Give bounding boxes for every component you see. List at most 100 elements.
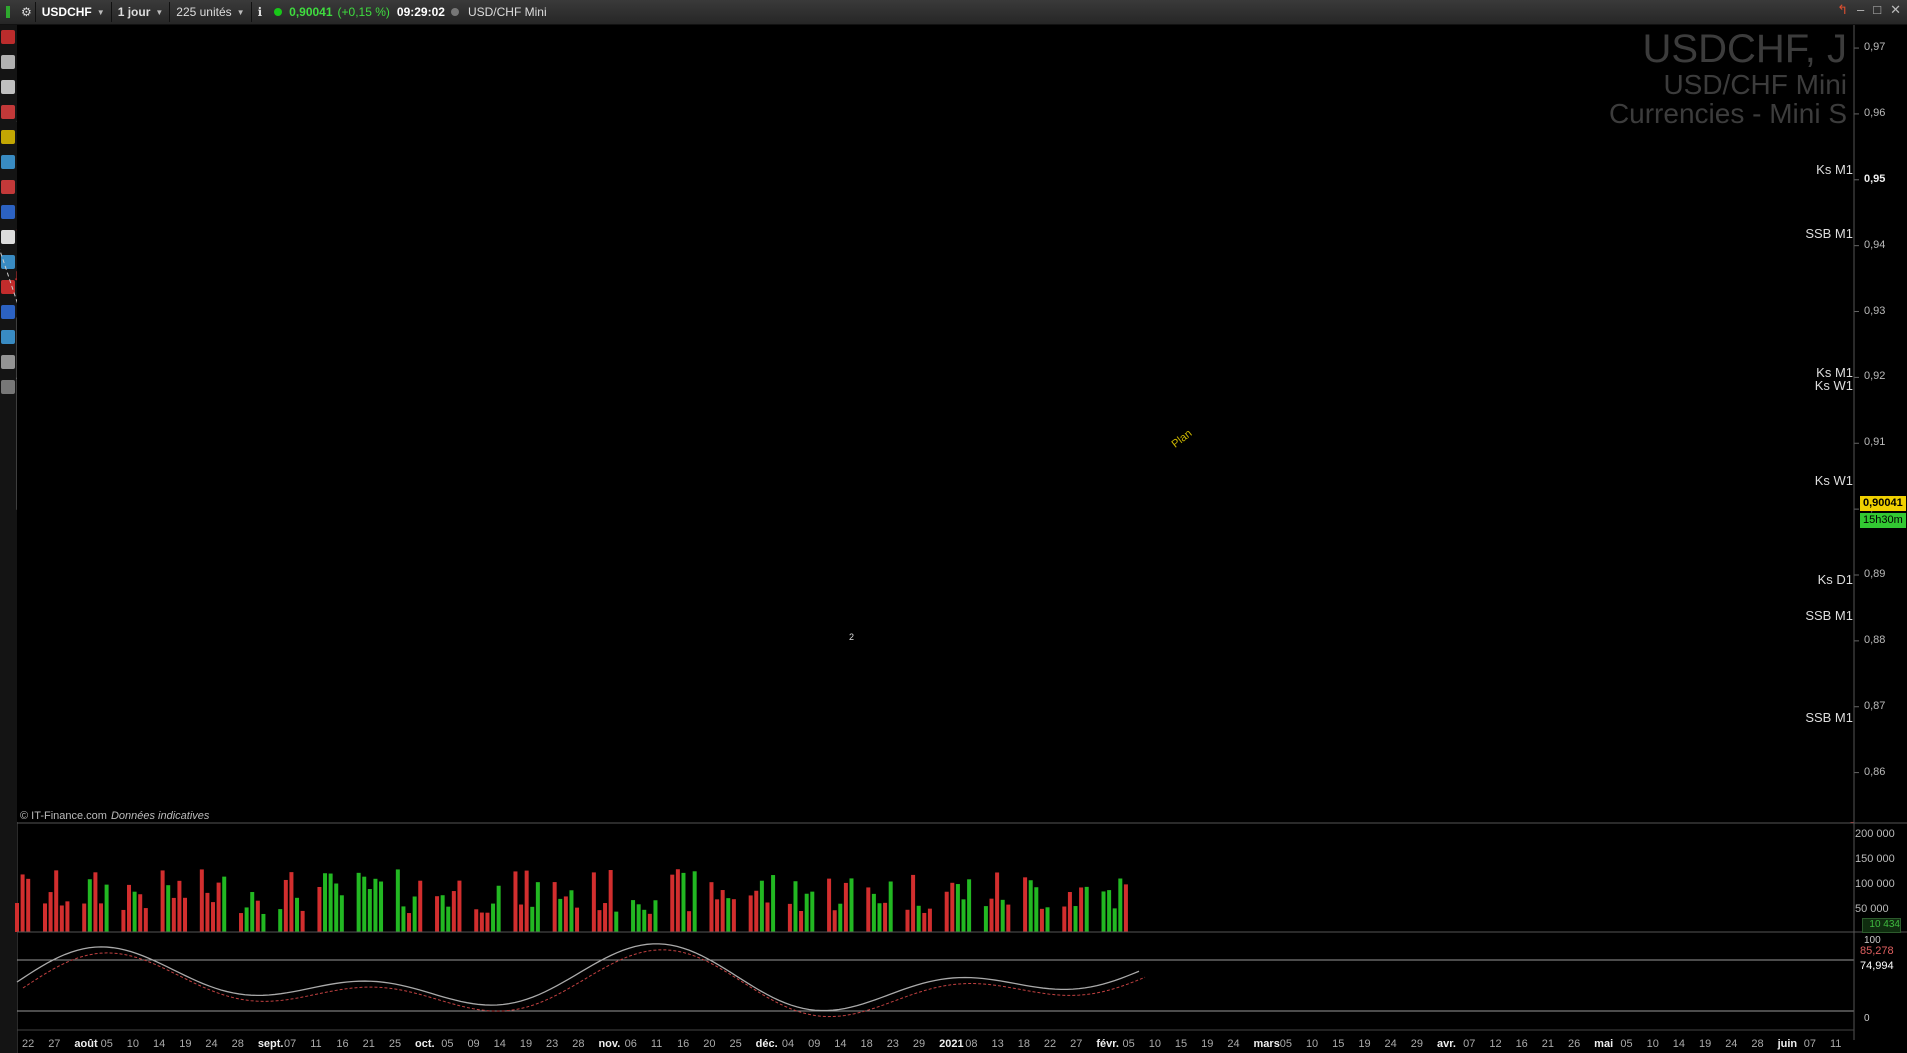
date-tick-label: 11 [310,1038,322,1050]
date-tick-label: 2021 [939,1038,964,1050]
level-label: Ks W1 [1814,377,1853,393]
volume-bar [132,891,137,932]
date-tick-label: 22 [22,1038,35,1050]
date-tick-label: 11 [1830,1038,1842,1050]
level-label: Ks D1 [1817,572,1853,588]
level-label: SSB M1 [1805,710,1853,726]
volume-bar [379,881,384,932]
volume-bar [759,880,764,932]
date-tick-label: déc. [755,1038,778,1050]
volume-bar [569,890,574,932]
date-tick-label: 14 [153,1038,166,1050]
date-tick-label: 28 [1751,1038,1764,1050]
volume-bar [731,899,736,932]
stochastic-d-value: 74,994 [1860,960,1894,972]
volume-bar [1112,908,1117,932]
date-tick-label: mars [1253,1038,1280,1050]
volume-bar [446,906,451,932]
credit-source: © IT-Finance.com [20,810,107,822]
volume-bar [1023,877,1028,932]
volume-bar [961,899,966,932]
volume-bar [1107,890,1112,932]
date-tick-label: 21 [1541,1038,1555,1050]
volume-bar [166,885,171,932]
volume-bar [407,913,412,932]
date-tick-label: sept. [257,1038,284,1050]
volume-bar [642,909,647,932]
date-tick-label: 10 [1646,1038,1659,1050]
volume-bar [328,873,333,932]
volume-bar [15,903,19,932]
volume-bar [171,897,176,932]
volume-bar [412,896,417,932]
volume-bar [143,908,148,932]
volume-bar [591,872,596,932]
date-tick-label: 06 [624,1038,637,1050]
volume-bar [754,890,759,932]
watermark-instrument: USD/CHF Mini [1663,69,1847,100]
volume-bar [356,872,361,932]
date-tick-label: 16 [1515,1038,1528,1050]
volume-bar [771,875,776,932]
volume-bar [222,876,227,932]
chart-canvas[interactable] [0,0,1907,1053]
current-price-tag: 0,90041 [1860,496,1906,511]
volume-bar [687,911,692,932]
date-tick-label: août [74,1038,98,1050]
volume-bar [866,887,871,932]
volume-bar [793,881,798,932]
volume-bar [1123,884,1128,932]
volume-tick-label: 200 000 [1855,828,1895,840]
date-tick-label: 15 [1332,1038,1345,1050]
volume-bar [323,873,328,932]
date-tick-label: 13 [991,1038,1004,1050]
date-tick-label: 19 [1201,1038,1214,1050]
date-tick-label: 21 [362,1038,375,1050]
volume-bar [513,871,518,932]
volume-bar [653,900,658,932]
volume-bar [278,909,283,932]
date-tick-label: févr. [1096,1038,1119,1050]
volume-bar [927,908,932,932]
date-tick-label: 09 [808,1038,821,1050]
volume-bar [838,903,843,932]
volume-bar [283,879,288,932]
date-tick-label: 24 [1384,1038,1397,1050]
volume-bar [82,903,87,932]
volume-bar [575,907,580,932]
price-tick-label: 0,96 [1864,106,1886,119]
volume-bar [832,910,837,932]
volume-bar [440,895,445,932]
watermark-symbol: USDCHF, J [1642,27,1847,71]
volume-bar [205,892,210,932]
date-tick-label: 18 [1017,1038,1030,1050]
volume-bar [1034,887,1039,932]
signal-marker-label: 2 [849,632,855,642]
date-tick-label: 24 [205,1038,218,1050]
volume-bar [362,876,367,932]
volume-bar [485,912,490,932]
date-tick-label: 15 [1174,1038,1188,1050]
volume-tick-label: 150 000 [1855,853,1895,865]
volume-bar [373,878,378,932]
level-label: Ks M1 [1816,162,1853,178]
level-label: SSB M1 [1805,226,1853,242]
volume-bar [905,909,910,932]
date-tick-label: 07 [1803,1038,1817,1050]
date-tick-label: 05 [100,1038,113,1050]
stochastic-k-line [16,943,1140,1012]
volume-bar [261,913,266,932]
volume-bar [911,874,916,932]
date-tick-label: 28 [231,1038,244,1050]
volume-bar [843,882,848,932]
volume-bar [1118,878,1123,932]
date-tick-label: 19 [179,1038,192,1050]
date-tick-label: 04 [781,1038,795,1050]
volume-bar [1101,891,1106,932]
date-tick-label: 16 [336,1038,349,1050]
volume-bar [1000,899,1005,932]
volume-current-value: 10 434 [1862,918,1901,933]
volume-bar [849,878,854,932]
date-tick-label: 29 [1410,1038,1423,1050]
volume-bar [888,881,893,932]
